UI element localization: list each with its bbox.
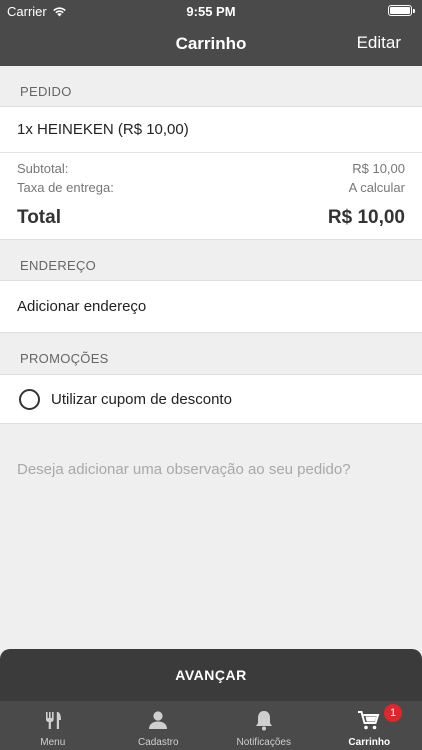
tab-menu[interactable]: Menu <box>0 701 106 750</box>
tab-menu-label: Menu <box>40 737 66 748</box>
tab-carrinho[interactable]: 1 Carrinho <box>317 701 422 750</box>
subtotal-label: Subtotal: <box>17 161 69 176</box>
clock: 9:55 PM <box>186 4 236 19</box>
promotions-section-header: PROMOÇÕES <box>20 351 109 366</box>
subtotal-value: R$ 10,00 <box>352 161 405 176</box>
promotions-card: Utilizar cupom de desconto <box>0 374 422 424</box>
order-section-header: PEDIDO <box>20 84 72 99</box>
order-divider <box>0 152 422 153</box>
tab-carrinho-label: Carrinho <box>348 737 391 748</box>
tab-notificacoes[interactable]: Notificações <box>211 701 317 750</box>
delivery-fee-label: Taxa de entrega: <box>17 180 114 195</box>
user-icon <box>149 711 168 729</box>
advance-button[interactable]: AVANÇAR <box>0 649 422 701</box>
total-row: Total R$ 10,00 <box>17 207 405 229</box>
tab-cadastro-label: Cadastro <box>137 737 179 748</box>
add-address-button[interactable]: Adicionar endereço <box>17 298 146 315</box>
order-item[interactable]: 1x HEINEKEN (R$ 10,00) <box>17 121 189 138</box>
edit-button[interactable]: Editar <box>357 33 401 53</box>
tab-bar: Menu Cadastro Notificações 1 Carrinho <box>0 701 422 750</box>
delivery-fee-row: Taxa de entrega: A calcular <box>17 180 405 195</box>
address-card[interactable]: Adicionar endereço <box>0 280 422 333</box>
tab-cadastro[interactable]: Cadastro <box>106 701 212 750</box>
bell-icon <box>255 711 272 731</box>
address-section-header: ENDEREÇO <box>20 258 97 273</box>
order-card: 1x HEINEKEN (R$ 10,00) Subtotal: R$ 10,0… <box>0 106 422 240</box>
battery-icon <box>388 5 415 16</box>
navigation-bar: Carrinho Editar <box>0 22 422 66</box>
status-bar: Carrier 9:55 PM <box>0 0 422 22</box>
cart-badge: 1 <box>384 704 403 722</box>
coupon-option[interactable]: Utilizar cupom de desconto <box>19 389 232 410</box>
delivery-fee-value: A calcular <box>348 180 405 195</box>
tab-notificacoes-label: Notificações <box>236 737 291 748</box>
cart-icon <box>358 711 380 730</box>
total-label: Total <box>17 207 61 228</box>
total-value: R$ 10,00 <box>327 207 405 228</box>
subtotal-row: Subtotal: R$ 10,00 <box>17 161 405 176</box>
fork-knife-icon <box>45 712 61 729</box>
coupon-radio[interactable] <box>19 389 40 410</box>
coupon-label: Utilizar cupom de desconto <box>51 391 232 408</box>
order-note-input[interactable]: Deseja adicionar uma observação ao seu p… <box>17 461 351 478</box>
